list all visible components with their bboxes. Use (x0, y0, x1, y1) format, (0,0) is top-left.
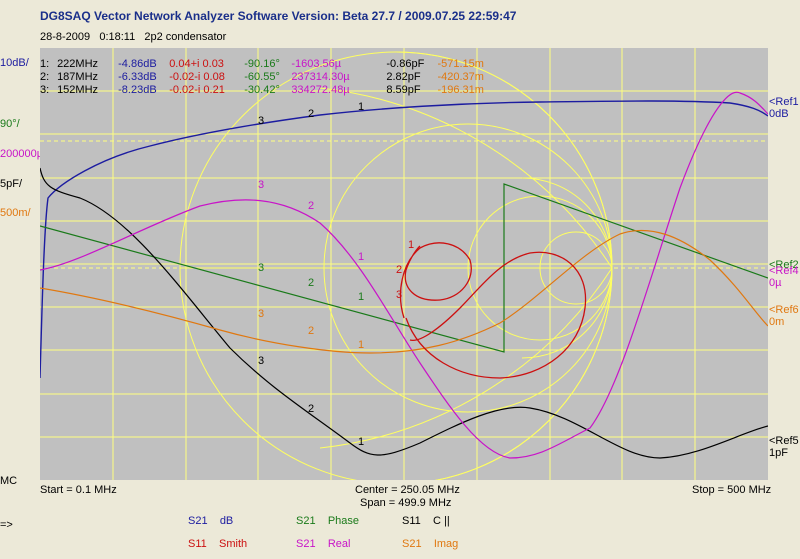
marker-3-imag: 3 (258, 308, 265, 320)
legend-s21-phase[interactable]: S21 Phase (296, 515, 359, 527)
marker-2-smith: 2 (396, 264, 403, 276)
phase-scale-label: 90°/ (0, 118, 20, 130)
legend-s21-real[interactable]: S21 Real (296, 538, 350, 550)
marker-row: 3: 152MHz -8.23dB -0.02-i 0.21 -30.42° 3… (40, 84, 484, 96)
marker-1-db: 1 (358, 101, 365, 113)
arrow-label: => (0, 519, 13, 531)
center-frequency: Center = 250.05 MHz (355, 484, 460, 496)
marker-2-db: 2 (308, 108, 315, 120)
marker-1-imag: 1 (358, 339, 365, 351)
marker-1-smith: 1 (408, 239, 415, 251)
marker-1-cap: 1 (358, 436, 365, 448)
app-title: DG8SAQ Vector Network Analyzer Software … (40, 9, 517, 23)
marker-1-phase: 1 (358, 291, 365, 303)
marker-row: 2: 187MHz -6.33dB -0.02-i 0.08 -60.55° 2… (40, 71, 484, 83)
marker-2-cap: 2 (308, 403, 315, 415)
measurement-time: 0:18:11 (99, 31, 136, 43)
rect-grid (40, 48, 768, 480)
marker-3-phase: 3 (258, 262, 265, 274)
plot-svg (40, 48, 768, 480)
legend-s11-cap[interactable]: S11 C || (402, 515, 450, 527)
legend-s11-smith[interactable]: S11 Smith (188, 538, 247, 550)
marker-3-smith: 3 (396, 289, 403, 301)
start-frequency: Start = 0.1 MHz (40, 484, 117, 496)
marker-1-real: 1 (358, 251, 365, 263)
plot-area[interactable]: 1 2 3 1 2 3 1 2 3 1 2 3 1 2 3 1 2 3 1: 2… (40, 48, 768, 480)
measurement-date: 28-8-2009 (40, 31, 91, 43)
ref4-label: <Ref4 0µ (769, 265, 799, 289)
span-frequency: Span = 499.9 MHz (360, 497, 452, 509)
imag-scale-label: 500m/ (0, 207, 31, 219)
legend-s21-imag[interactable]: S21 Imag (402, 538, 458, 550)
stop-frequency: Stop = 500 MHz (692, 484, 772, 496)
cap-scale-label: 5pF/ (0, 178, 23, 190)
marker-3-cap: 3 (258, 355, 265, 367)
marker-3-real: 3 (258, 179, 265, 191)
marker-table: 1: 222MHz -4.86dB 0.04+i 0.03 -90.16° -1… (40, 58, 497, 97)
ref1-label: <Ref1 0dB (769, 96, 799, 120)
marker-3-db: 3 (258, 115, 265, 127)
measurement-description: 2p2 condensator (144, 31, 227, 43)
marker-2-imag: 2 (308, 325, 315, 337)
mc-label: MC (0, 475, 18, 487)
trace-s11-smith (399, 242, 587, 379)
ref6-label: <Ref6 0m (769, 304, 799, 328)
db-scale-label: 10dB/ (0, 57, 29, 69)
ref5-label: <Ref5 1pF (769, 435, 799, 459)
marker-2-real: 2 (308, 200, 315, 212)
marker-2-phase: 2 (308, 277, 315, 289)
marker-row: 1: 222MHz -4.86dB 0.04+i 0.03 -90.16° -1… (40, 58, 484, 70)
legend-s21-db[interactable]: S21 dB (188, 515, 233, 527)
measurement-info: 28-8-2009 0:18:11 2p2 condensator (40, 31, 226, 43)
